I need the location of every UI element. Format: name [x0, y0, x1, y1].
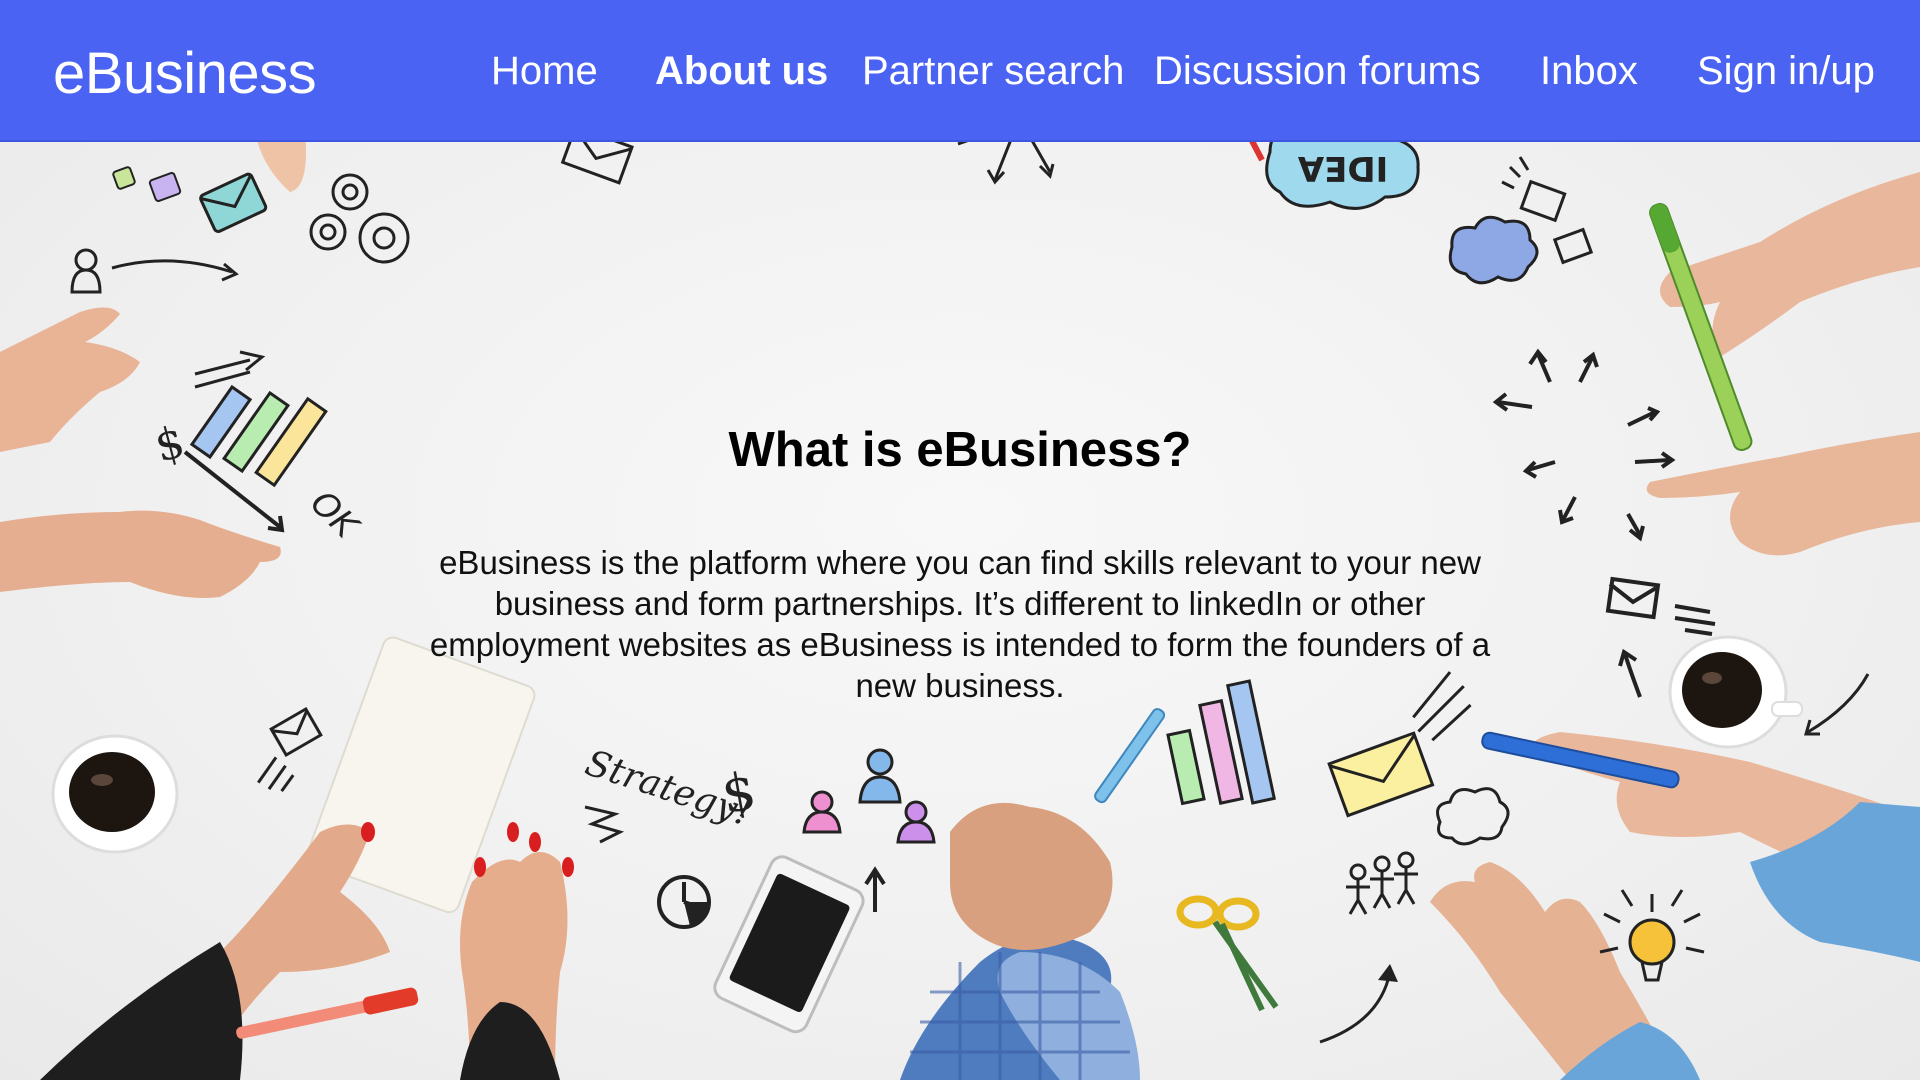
strategy-zigzag: [584, 805, 625, 844]
top-envelope-icon: [560, 142, 634, 185]
about-heading: What is eBusiness?: [728, 423, 1192, 477]
people-group-icon: [1346, 851, 1418, 915]
envelope-icon: [199, 172, 268, 233]
bottom-arrow-head: [1378, 964, 1398, 982]
person-arrow-icon: [70, 248, 239, 294]
top-arrows-icon: [957, 142, 1055, 185]
bottom-curved-arrow: [1319, 971, 1392, 1044]
idea-text: IDEA: [1297, 148, 1388, 188]
nav-partner-search-link[interactable]: Partner search: [862, 49, 1124, 94]
tag-icons: [112, 166, 182, 202]
light-blue-pen: [1094, 708, 1166, 804]
phone-arrow: [864, 866, 886, 912]
left-envelope-icon: [257, 706, 323, 792]
idea-cloud-icon: IDEA: [1265, 142, 1420, 210]
scissors-icon: [1176, 895, 1279, 1012]
left-bottom-hand: [0, 510, 281, 598]
about-description: eBusiness is the platform where you can …: [429, 544, 1491, 704]
nav-inbox-link[interactable]: Inbox: [1540, 49, 1638, 94]
nav-home-link[interactable]: Home: [491, 49, 598, 94]
smartphone-icon: [713, 855, 865, 1034]
coffee-cup-right: [1668, 635, 1803, 749]
nav-discussion-forums-link[interactable]: Discussion forums: [1154, 49, 1481, 94]
handshake: [900, 802, 1140, 1080]
top-left-hand: [257, 142, 306, 192]
left-top-arrow: [194, 350, 266, 389]
coffee-cup-left: [51, 734, 179, 854]
brand-logo[interactable]: eBusiness: [53, 40, 317, 107]
ok-text: OK: [302, 483, 367, 548]
small-cloud-icon: [1448, 215, 1539, 285]
right-cloud-icon: [1436, 787, 1510, 846]
gears-icon: [309, 173, 410, 264]
nav-sign-in-link[interactable]: Sign in/up: [1697, 49, 1875, 94]
top-navbar: eBusiness Home About us Partner search D…: [0, 0, 1920, 142]
hero-background: IDEA Strategy! $ $ OK What is eBusiness?…: [0, 142, 1920, 1080]
right-curved-arrow-icon: [1804, 673, 1870, 736]
nav-about-link[interactable]: About us: [655, 49, 828, 94]
bottom-left-sleeve: [40, 942, 243, 1080]
clock-icon: [657, 875, 711, 929]
people-exchange-icon: [802, 748, 936, 844]
pencil-top: [1249, 142, 1265, 162]
red-pen: [236, 987, 419, 1039]
